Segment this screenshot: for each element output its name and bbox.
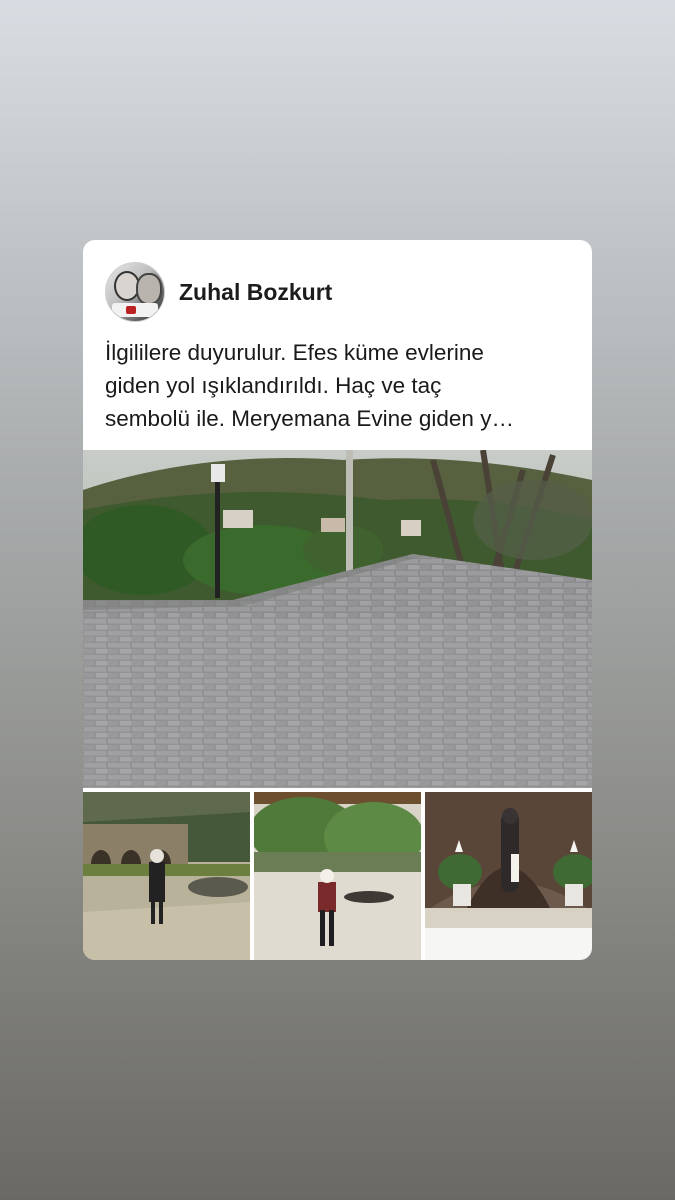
author-name[interactable]: Zuhal Bozkurt — [179, 279, 332, 306]
post-text-line: giden yol ışıklandırıldı. Haç ve taç — [105, 373, 442, 398]
thumbnail-row — [83, 792, 592, 960]
thumbnail-photo-courtyard[interactable] — [254, 792, 421, 960]
post-header: Zuhal Bozkurt — [105, 262, 332, 322]
thumbnail-photo-chapel-altar[interactable] — [425, 792, 592, 960]
post-card[interactable]: Zuhal Bozkurt İlgililere duyurulur. Efes… — [83, 240, 592, 960]
post-text-line: İlgililere duyurulur. Efes küme evlerine — [105, 340, 484, 365]
post-text[interactable]: İlgililere duyurulur. Efes küme evlerine… — [105, 336, 575, 435]
main-photo-paved-road[interactable] — [83, 450, 592, 788]
post-text-line: sembolü ile. Meryemana Evine giden y… — [105, 406, 514, 431]
avatar[interactable] — [105, 262, 165, 322]
thumbnail-photo-ruins[interactable] — [83, 792, 250, 960]
